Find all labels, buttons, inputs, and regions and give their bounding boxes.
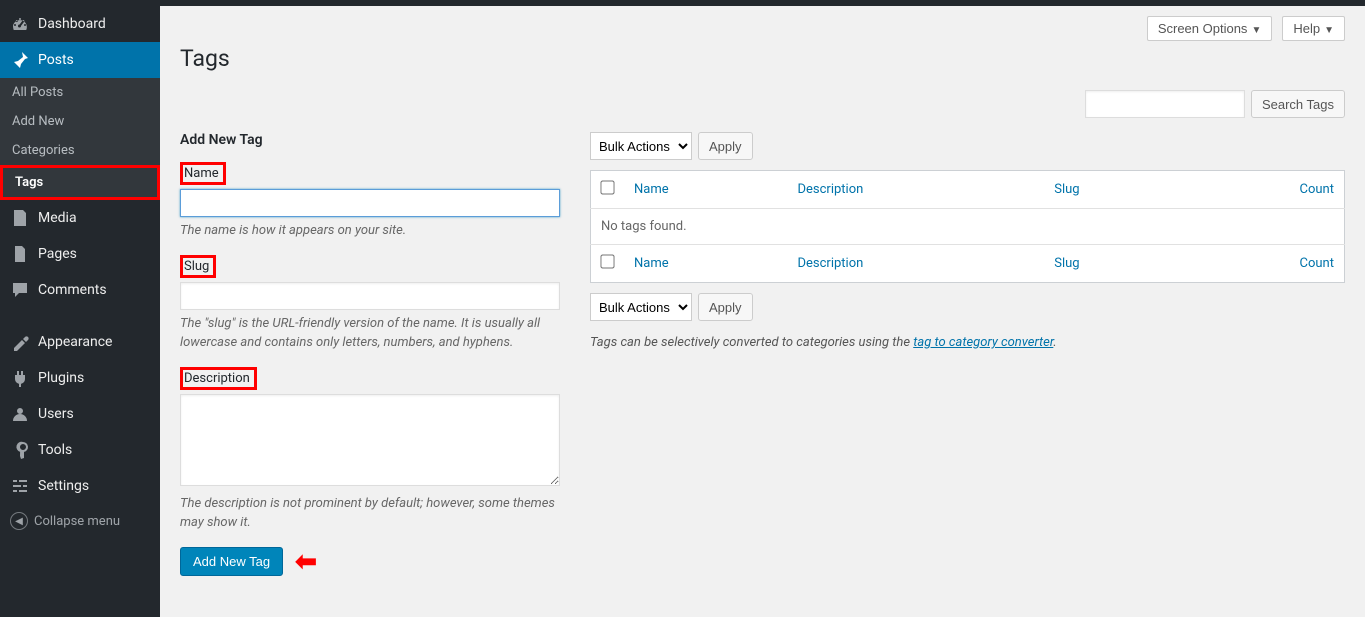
sidebar-item-pages[interactable]: Pages — [0, 236, 160, 272]
settings-icon — [10, 476, 30, 496]
page-title: Tags — [180, 45, 1345, 72]
sidebar-item-comments[interactable]: Comments — [0, 272, 160, 308]
search-tags-input[interactable] — [1085, 90, 1245, 118]
name-label: Name — [180, 162, 226, 185]
appearance-icon — [10, 332, 30, 352]
sidebar-label: Comments — [38, 282, 107, 298]
sidebar-label: Media — [38, 210, 77, 226]
tools-icon — [10, 440, 30, 460]
slug-help: The "slug" is the URL-friendly version o… — [180, 314, 560, 353]
users-icon — [10, 404, 30, 424]
description-help: The description is not prominent by defa… — [180, 494, 560, 533]
sidebar-sub-all-posts[interactable]: All Posts — [0, 78, 160, 107]
tag-description-input[interactable] — [180, 394, 560, 486]
name-help: The name is how it appears on your site. — [180, 221, 560, 241]
select-all-bottom[interactable] — [600, 254, 614, 268]
sidebar-label: Users — [38, 406, 74, 422]
comments-icon — [10, 280, 30, 300]
media-icon — [10, 208, 30, 228]
tags-table: Name Description Slug Count No tags foun… — [590, 170, 1345, 283]
apply-button-top[interactable]: Apply — [698, 132, 753, 160]
tag-name-input[interactable] — [180, 189, 560, 217]
annotation-arrow-icon: ⬅ — [295, 547, 317, 577]
plugins-icon — [10, 368, 30, 388]
select-all-top[interactable] — [600, 180, 614, 194]
col-slug[interactable]: Slug — [1044, 171, 1180, 209]
table-row-empty: No tags found. — [591, 209, 1345, 245]
bulk-actions-select-bottom[interactable]: Bulk Actions — [590, 293, 692, 321]
collapse-menu[interactable]: ◀ Collapse menu — [0, 504, 160, 538]
sidebar-label: Plugins — [38, 370, 84, 386]
col-description[interactable]: Description — [787, 245, 1044, 283]
help-button[interactable]: Help▼ — [1282, 16, 1345, 41]
col-name[interactable]: Name — [624, 171, 787, 209]
apply-button-bottom[interactable]: Apply — [698, 293, 753, 321]
screen-options-button[interactable]: Screen Options▼ — [1147, 16, 1273, 41]
sidebar-item-users[interactable]: Users — [0, 396, 160, 432]
sidebar-item-plugins[interactable]: Plugins — [0, 360, 160, 396]
col-count[interactable]: Count — [1180, 171, 1345, 209]
admin-sidebar: Dashboard Posts All Posts Add New Catego… — [0, 6, 160, 617]
sidebar-sub-categories[interactable]: Categories — [0, 136, 160, 165]
sidebar-item-media[interactable]: Media — [0, 200, 160, 236]
sidebar-label: Pages — [38, 246, 77, 262]
collapse-label: Collapse menu — [34, 514, 120, 529]
sidebar-label: Posts — [38, 52, 74, 68]
slug-label: Slug — [180, 255, 216, 278]
sidebar-item-settings[interactable]: Settings — [0, 468, 160, 504]
sidebar-label: Dashboard — [38, 16, 106, 32]
bulk-actions-select-top[interactable]: Bulk Actions — [590, 132, 692, 160]
search-tags-button[interactable]: Search Tags — [1251, 90, 1345, 118]
sidebar-item-tools[interactable]: Tools — [0, 432, 160, 468]
col-slug[interactable]: Slug — [1044, 245, 1180, 283]
col-count[interactable]: Count — [1180, 245, 1345, 283]
sidebar-submenu-posts: All Posts Add New Categories Tags — [0, 78, 160, 200]
sidebar-sub-tags[interactable]: Tags — [0, 165, 160, 200]
sidebar-item-dashboard[interactable]: Dashboard — [0, 6, 160, 42]
add-new-tag-heading: Add New Tag — [180, 132, 560, 148]
tag-slug-input[interactable] — [180, 282, 560, 310]
sidebar-item-posts[interactable]: Posts — [0, 42, 160, 78]
sidebar-label: Appearance — [38, 334, 112, 350]
col-description[interactable]: Description — [787, 171, 1044, 209]
chevron-down-icon: ▼ — [1324, 25, 1334, 36]
description-label: Description — [180, 367, 257, 390]
sidebar-label: Settings — [38, 478, 89, 494]
chevron-down-icon: ▼ — [1251, 25, 1261, 36]
pages-icon — [10, 244, 30, 264]
collapse-icon: ◀ — [10, 512, 28, 530]
dashboard-icon — [10, 14, 30, 34]
sidebar-sub-add-new[interactable]: Add New — [0, 107, 160, 136]
sidebar-item-appearance[interactable]: Appearance — [0, 324, 160, 360]
sidebar-label: Tools — [38, 442, 72, 458]
converter-note: Tags can be selectively converted to cat… — [590, 335, 1345, 350]
main-content: Screen Options▼ Help▼ Tags Search Tags A… — [160, 6, 1365, 617]
pin-icon — [10, 50, 30, 70]
col-name[interactable]: Name — [624, 245, 787, 283]
tag-to-category-link[interactable]: tag to category converter — [913, 335, 1053, 350]
